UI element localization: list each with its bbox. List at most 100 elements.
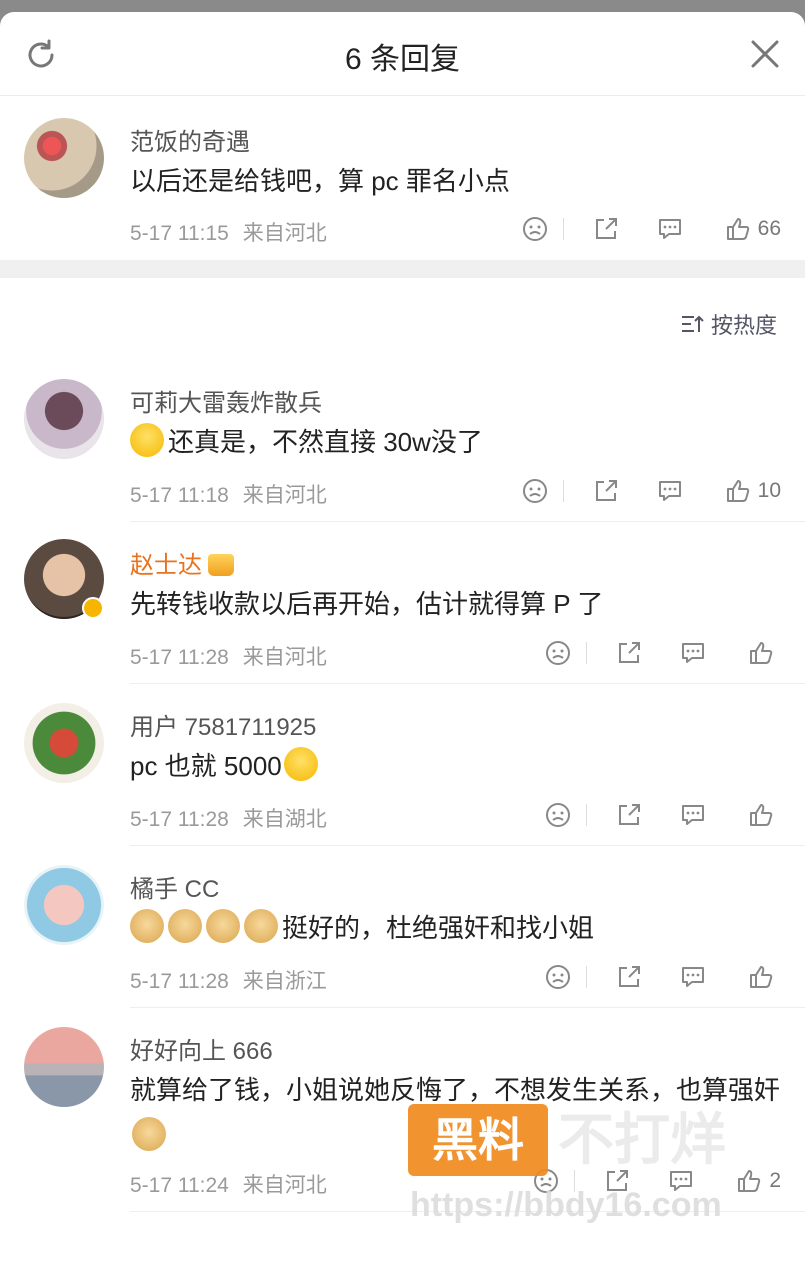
dislike-button[interactable] <box>544 963 572 991</box>
comment-meta: 5-17 11:28 来自湖北 <box>130 803 327 833</box>
divider <box>586 966 587 988</box>
crown-icon <box>208 554 234 576</box>
comment-button[interactable] <box>679 963 707 991</box>
comment-icon <box>682 643 704 663</box>
comment-button[interactable] <box>679 639 707 667</box>
comment-meta: 5-17 11:18 来自河北 <box>130 479 327 509</box>
comment-text: 挺好的，杜绝强奸和找小姐 <box>130 905 785 951</box>
like-button[interactable] <box>747 639 781 667</box>
comment-text: pc 也就 5000 <box>130 743 785 789</box>
dislike-icon <box>522 479 547 503</box>
comment-author[interactable]: 橘手 CC <box>130 869 219 904</box>
avatar[interactable] <box>24 118 104 198</box>
page-title: 6 条回复 <box>344 43 461 76</box>
like-count: 66 <box>757 217 781 240</box>
comment-time: 5-17 11:15 <box>130 222 229 245</box>
dislike-button[interactable] <box>544 801 572 829</box>
like-button[interactable]: 66 <box>724 215 781 243</box>
comment-location: 来自河北 <box>242 484 327 507</box>
like-count: 10 <box>757 479 781 502</box>
comment-meta: 5-17 11:28 来自浙江 <box>130 965 327 995</box>
doge-emoji <box>244 909 278 943</box>
like-button[interactable] <box>747 801 781 829</box>
watermark-url: https://bbdy16.com <box>410 1186 722 1224</box>
share-button[interactable] <box>592 477 620 505</box>
share-button[interactable] <box>615 963 643 991</box>
share-button[interactable] <box>592 215 620 243</box>
comment-author[interactable]: 可莉大雷轰炸散兵 <box>130 383 322 418</box>
comment-location: 来自湖北 <box>242 808 327 831</box>
comment-meta: 5-17 11:24 来自河北 <box>130 1169 327 1199</box>
comment-author[interactable]: 用户 7581711925 <box>130 707 316 742</box>
comment-button[interactable] <box>656 215 684 243</box>
share-icon <box>619 642 640 663</box>
comment-text: 以后还是给钱吧，算 pc 罪名小点 <box>130 166 510 196</box>
comment-actions <box>544 959 781 995</box>
doge-emoji <box>168 909 202 943</box>
sort-toggle[interactable]: 按热度 <box>679 308 777 340</box>
comment-actions <box>544 797 781 833</box>
dislike-icon <box>546 965 570 989</box>
sort-label: 按热度 <box>710 313 777 338</box>
comment-author[interactable]: 好好向上 666 <box>130 1031 273 1066</box>
reply-item: 橘手 CC 挺好的，杜绝强奸和找小姐 5-17 11:28 来自浙江 <box>0 845 805 1008</box>
avatar[interactable] <box>24 379 104 459</box>
sheet-header: 6 条回复 <box>0 12 805 96</box>
sort-icon <box>681 315 704 332</box>
divider <box>562 480 564 502</box>
comment-icon <box>682 967 704 987</box>
comment-actions: 66 <box>521 211 781 247</box>
root-comment: 范饭的奇遇 以后还是给钱吧，算 pc 罪名小点 5-17 11:15 来自河北 … <box>0 96 805 260</box>
comment-location: 来自河北 <box>242 222 327 245</box>
comment-time: 5-17 11:24 <box>130 1174 229 1197</box>
comment-time: 5-17 11:18 <box>130 484 229 507</box>
divider <box>586 804 587 826</box>
comment-time: 5-17 11:28 <box>130 646 229 669</box>
comment-actions <box>544 635 781 671</box>
like-button[interactable]: 10 <box>724 477 781 505</box>
watermark: 黑料 不打烊 <box>408 1104 778 1176</box>
like-icon <box>750 966 773 988</box>
like-button[interactable] <box>747 963 781 991</box>
share-button[interactable] <box>615 801 643 829</box>
like-icon <box>726 218 749 240</box>
cry-emoji <box>130 423 164 457</box>
comment-time: 5-17 11:28 <box>130 808 229 831</box>
dislike-button[interactable] <box>521 477 549 505</box>
comment-location: 来自河北 <box>242 646 327 669</box>
reply-item: 可莉大雷轰炸散兵 还真是，不然直接 30w没了 5-17 11:18 来自河北 … <box>0 357 805 522</box>
dislike-button[interactable] <box>521 215 549 243</box>
divider <box>586 642 587 664</box>
watermark-box: 黑料 <box>408 1104 548 1176</box>
doge-emoji <box>130 909 164 943</box>
avatar[interactable] <box>24 1027 104 1107</box>
comment-meta: 5-17 11:15 来自河北 <box>130 217 327 247</box>
avatar[interactable] <box>24 703 104 783</box>
comment-icon <box>658 219 681 239</box>
comment-icon <box>658 481 681 501</box>
comment-author[interactable]: 范饭的奇遇 <box>130 122 250 157</box>
share-icon <box>595 218 617 239</box>
like-icon <box>726 480 749 502</box>
reply-item: 用户 7581711925 pc 也就 5000 5-17 11:28 来自湖北 <box>0 683 805 846</box>
avatar[interactable] <box>24 865 104 945</box>
dislike-button[interactable] <box>544 639 572 667</box>
share-icon <box>619 966 640 987</box>
dislike-icon <box>522 217 547 241</box>
like-icon <box>750 804 773 826</box>
comment-text: 先转钱收款以后再开始，估计就得算 P 了 <box>130 589 604 619</box>
comment-actions: 10 <box>521 473 781 509</box>
comment-text: 还真是，不然直接 30w没了 <box>130 419 785 465</box>
verified-badge <box>82 597 104 619</box>
cry-emoji <box>283 747 318 781</box>
share-icon <box>619 804 640 825</box>
comment-button[interactable] <box>656 477 684 505</box>
comment-location: 来自河北 <box>242 1174 327 1197</box>
divider <box>562 218 564 240</box>
dislike-icon <box>546 803 570 827</box>
share-button[interactable] <box>615 639 643 667</box>
close-icon[interactable] <box>749 38 781 70</box>
comment-button[interactable] <box>679 801 707 829</box>
comment-time: 5-17 11:28 <box>130 970 229 993</box>
comment-author[interactable]: 赵士达 <box>130 545 234 580</box>
